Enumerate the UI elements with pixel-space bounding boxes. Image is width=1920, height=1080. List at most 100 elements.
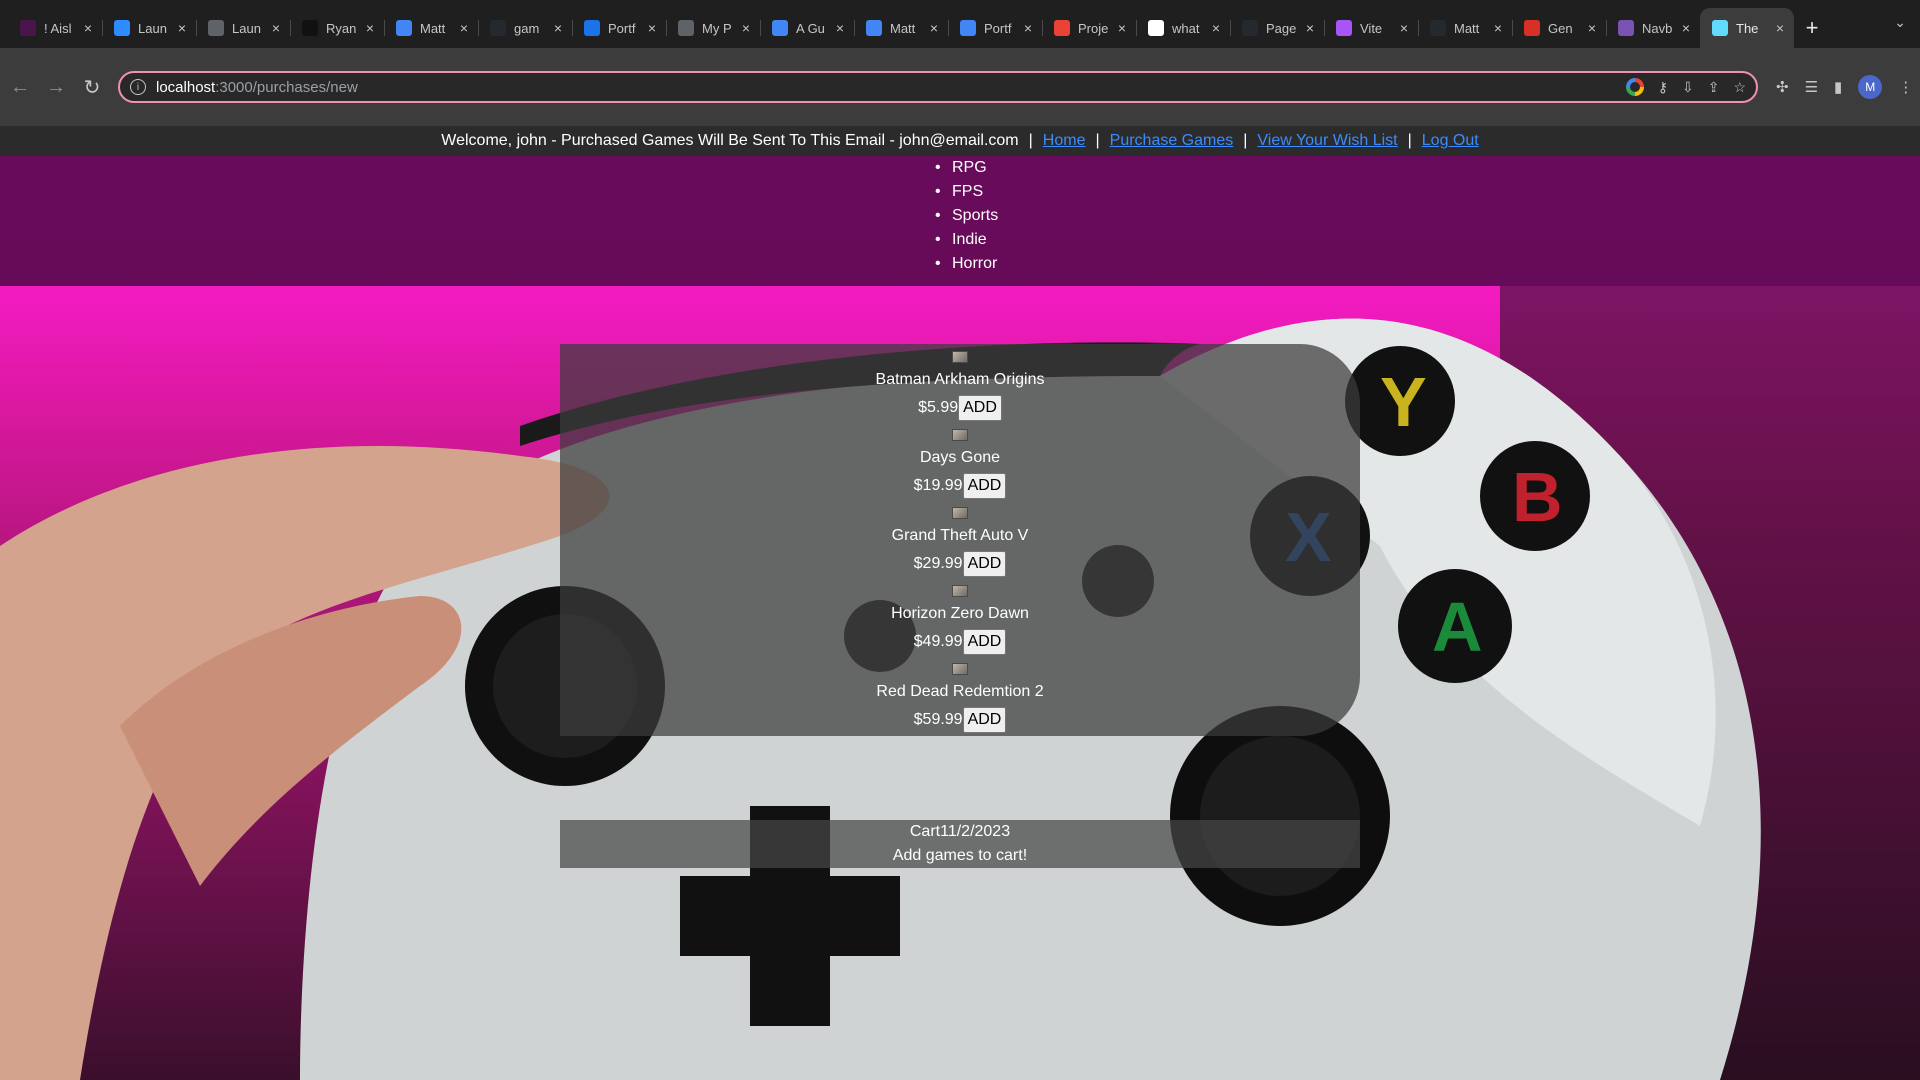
bookmark-star-icon[interactable]: ☆ (1733, 79, 1746, 96)
genre-item-sports[interactable]: Sports (935, 204, 998, 228)
browser-tab-title: Matt (420, 20, 446, 36)
close-tab-icon[interactable]: × (644, 20, 660, 36)
page-viewport: Y B X A Welcome, john - Purchased Games … (0, 126, 1920, 1080)
extensions-icon[interactable]: ✣ (1776, 78, 1789, 96)
browser-tab[interactable]: ! Aisl × (8, 8, 102, 48)
browser-tab[interactable]: Portf × (572, 8, 666, 48)
game-title: Batman Arkham Origins (875, 371, 1045, 388)
close-tab-icon[interactable]: × (268, 20, 284, 36)
browser-tab-title: ! Aisl (44, 20, 72, 36)
reload-button[interactable]: ↻ (76, 71, 108, 103)
side-panel-icon[interactable]: ▮ (1834, 78, 1842, 96)
close-tab-icon[interactable]: × (738, 20, 754, 36)
svg-text:A: A (1432, 588, 1483, 666)
key-icon[interactable]: ⚷ (1658, 79, 1668, 96)
share-icon[interactable]: ⇪ (1708, 79, 1720, 96)
add-to-cart-button[interactable]: ADD (962, 629, 1007, 655)
game-thumbnail (952, 663, 968, 675)
site-info-icon[interactable]: i (130, 79, 146, 95)
browser-tab[interactable]: Matt × (1418, 8, 1512, 48)
tab-list: ! Aisl × Laun × Laun × Ryan × Matt × gam × Portf × My … (0, 8, 1794, 48)
browser-tab[interactable]: My P × (666, 8, 760, 48)
browser-tab[interactable]: Matt × (854, 8, 948, 48)
close-tab-icon[interactable]: × (1208, 20, 1224, 36)
browser-tab[interactable]: Portf × (948, 8, 1042, 48)
genre-item-rpg[interactable]: RPG (935, 156, 998, 180)
home-link[interactable]: Home (1043, 132, 1086, 150)
browser-tab[interactable]: Laun × (196, 8, 290, 48)
browser-tab[interactable]: Navb × (1606, 8, 1700, 48)
browser-tab[interactable]: Matt × (384, 8, 478, 48)
cart-header: Cart11/2/2023 (560, 820, 1360, 844)
close-tab-icon[interactable]: × (1490, 20, 1506, 36)
browser-tab-title: Ryan (326, 20, 357, 36)
wish-list-link[interactable]: View Your Wish List (1257, 132, 1397, 150)
tab-strip: ! Aisl × Laun × Laun × Ryan × Matt × gam × Portf × My … (0, 0, 1920, 48)
close-tab-icon[interactable]: × (550, 20, 566, 36)
profile-avatar[interactable]: M (1858, 75, 1883, 99)
url-host: localhost (156, 78, 216, 96)
docs-icon (960, 20, 976, 36)
browser-tab[interactable]: Vite × (1324, 8, 1418, 48)
genre-item-fps[interactable]: FPS (935, 180, 998, 204)
game-card: Grand Theft Auto V $29.99 ADD (560, 507, 1360, 577)
close-tab-icon[interactable]: × (1302, 20, 1318, 36)
purchase-games-link[interactable]: Purchase Games (1110, 132, 1234, 150)
new-tab-button[interactable]: + (1794, 8, 1830, 48)
browser-tab[interactable]: what × (1136, 8, 1230, 48)
close-tab-icon[interactable]: × (1678, 20, 1694, 36)
genre-item-horror[interactable]: Horror (935, 252, 998, 276)
game-price: $49.99 (913, 633, 963, 650)
tab-search-icon[interactable]: ⌄ (1894, 14, 1906, 31)
install-app-icon[interactable]: ⇩ (1682, 79, 1694, 96)
game-thumbnail (952, 351, 968, 363)
browser-tab-title: Laun (232, 20, 261, 36)
github-icon (1430, 20, 1446, 36)
log-out-link[interactable]: Log Out (1422, 132, 1479, 150)
nav-separator: | (1407, 132, 1412, 149)
add-to-cart-button[interactable]: ADD (962, 707, 1007, 733)
close-tab-icon[interactable]: × (174, 20, 190, 36)
close-tab-icon[interactable]: × (1114, 20, 1130, 36)
browser-tab[interactable]: Gen × (1512, 8, 1606, 48)
browser-tab-title: Laun (138, 20, 167, 36)
reading-list-icon[interactable]: ☰ (1805, 78, 1818, 96)
add-to-cart-button[interactable]: ADD (958, 395, 1002, 421)
close-tab-icon[interactable]: × (926, 20, 942, 36)
browser-tab[interactable]: Ryan × (290, 8, 384, 48)
project-icon (1054, 20, 1070, 36)
browser-tab[interactable]: Page × (1230, 8, 1324, 48)
back-button[interactable]: ← (4, 71, 36, 103)
address-bar[interactable]: i localhost:3000/purchases/new ⚷ ⇩ ⇪ ☆ (118, 71, 1758, 103)
browser-tab[interactable]: The × (1700, 8, 1794, 48)
google-lens-icon[interactable] (1625, 78, 1644, 96)
browser-tab-title: The (1736, 20, 1759, 36)
genre-list-panel: RPG FPS Sports Indie Horror (0, 156, 1920, 286)
game-price: $19.99 (913, 477, 963, 494)
close-tab-icon[interactable]: × (456, 20, 472, 36)
close-tab-icon[interactable]: × (362, 20, 378, 36)
github-icon (490, 20, 506, 36)
close-tab-icon[interactable]: × (1584, 20, 1600, 36)
browser-tab[interactable]: Proje × (1042, 8, 1136, 48)
browser-tab[interactable]: Laun × (102, 8, 196, 48)
menu-kebab-icon[interactable]: ⋮ (1898, 78, 1913, 96)
close-tab-icon[interactable]: × (1396, 20, 1412, 36)
forward-button[interactable]: → (40, 71, 72, 103)
genre-item-indie[interactable]: Indie (935, 228, 998, 252)
close-tab-icon[interactable]: × (1020, 20, 1036, 36)
genre-list: RPG FPS Sports Indie Horror (935, 156, 998, 276)
close-tab-icon[interactable]: × (80, 20, 96, 36)
slack-icon (20, 20, 36, 36)
browser-tab-title: Matt (890, 20, 916, 36)
add-to-cart-button[interactable]: ADD (962, 473, 1007, 499)
browser-tab[interactable]: gam × (478, 8, 572, 48)
add-to-cart-button[interactable]: ADD (962, 551, 1007, 577)
url-text[interactable]: localhost:3000/purchases/new (156, 79, 1626, 96)
arrow-left-icon: ← (10, 75, 30, 98)
close-tab-icon[interactable]: × (1772, 20, 1788, 36)
close-tab-icon[interactable]: × (832, 20, 848, 36)
game-title: Horizon Zero Dawn (891, 605, 1029, 622)
globe-icon (208, 20, 224, 36)
browser-tab[interactable]: A Gu × (760, 8, 854, 48)
